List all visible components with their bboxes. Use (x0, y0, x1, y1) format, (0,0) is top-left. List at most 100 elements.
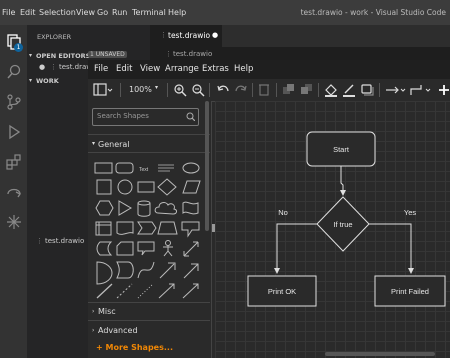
shape-textbox[interactable] (158, 164, 174, 172)
to-front-icon[interactable] (282, 82, 296, 98)
shadow-icon[interactable] (360, 82, 374, 98)
shape-rectangle[interactable] (94, 162, 113, 174)
shape-double-arrow[interactable] (183, 263, 199, 279)
shape-circle[interactable] (117, 179, 133, 195)
unsaved-dot-icon[interactable]: ● (39, 63, 45, 71)
remote-icon[interactable] (6, 184, 22, 200)
menu-file[interactable]: File (2, 0, 15, 25)
drawio-menu-view[interactable]: View (140, 60, 160, 79)
tab-label[interactable]: test.drawio (168, 31, 210, 40)
shape-hexagon[interactable] (95, 200, 114, 216)
shape-square[interactable] (96, 179, 112, 195)
extensions-icon[interactable] (6, 154, 22, 170)
shape-callout-rounded[interactable] (137, 241, 155, 256)
menu-selection[interactable]: Selection (39, 0, 76, 25)
shape-connector[interactable] (182, 283, 199, 299)
work-folder-label[interactable]: WORK (36, 77, 59, 85)
breadcrumb[interactable]: test.drawio (173, 50, 212, 58)
menu-terminal[interactable]: Terminal (132, 0, 166, 25)
search-icon[interactable] (6, 64, 22, 80)
run-debug-icon[interactable] (6, 124, 22, 140)
shape-ellipse[interactable] (182, 162, 200, 174)
shape-tape[interactable] (182, 201, 199, 215)
drawio-menu-extras[interactable]: Extras (202, 60, 229, 79)
decision-label: If true (333, 220, 352, 229)
sidebar-scrollbar[interactable] (205, 101, 209, 231)
canvas-horizontal-scrollbar[interactable] (325, 352, 435, 356)
shape-step[interactable] (137, 221, 157, 235)
drawio-menu-help[interactable]: Help (234, 60, 253, 79)
to-back-icon[interactable] (300, 82, 314, 98)
drawio-extension-icon[interactable] (6, 214, 22, 230)
redo-icon[interactable] (234, 82, 248, 98)
advanced-chevron-icon[interactable]: › (92, 327, 94, 334)
shape-dashed-line[interactable] (116, 283, 133, 299)
sidebar-divider (88, 320, 210, 321)
shape-callout[interactable] (181, 221, 200, 238)
work-chevron-icon[interactable]: ▾ (29, 77, 32, 84)
shape-or[interactable] (96, 261, 113, 285)
zoom-out-icon[interactable] (191, 82, 205, 98)
fill-color-icon[interactable] (324, 82, 338, 98)
shape-arrow-up-right[interactable] (159, 262, 176, 279)
zoom-level[interactable]: 100% (129, 85, 152, 94)
search-shapes-input[interactable]: Search Shapes (92, 108, 199, 126)
shape-cloud[interactable] (154, 202, 177, 215)
search-shapes-icon[interactable] (186, 112, 195, 121)
shape-curve[interactable] (137, 261, 155, 279)
waypoints-icon[interactable] (410, 82, 432, 98)
drawio-menu-file[interactable]: File (94, 60, 108, 79)
file-icon: ⋮ (50, 63, 57, 71)
section-misc[interactable]: Misc (98, 307, 116, 316)
menu-view[interactable]: View (76, 0, 95, 25)
line-color-icon[interactable] (342, 82, 356, 98)
shape-arrow-line[interactable] (158, 283, 175, 299)
sidebar-divider (88, 134, 210, 135)
shape-cylinder[interactable] (137, 200, 151, 217)
toolbar-separator (276, 83, 277, 97)
open-editors-label[interactable]: OPEN EDITORS (36, 52, 90, 60)
more-shapes-link[interactable]: + More Shapes... (96, 343, 173, 352)
edge-no[interactable] (274, 223, 317, 274)
source-control-icon[interactable] (6, 94, 22, 110)
zoom-in-icon[interactable] (173, 82, 187, 98)
section-general[interactable]: General (98, 140, 130, 149)
section-advanced[interactable]: Advanced (98, 326, 138, 335)
shape-data-storage[interactable] (96, 241, 113, 256)
delete-icon[interactable] (258, 82, 270, 98)
shape-process[interactable] (137, 181, 155, 193)
shape-document[interactable] (116, 221, 134, 235)
zoom-dropdown-chevron-icon[interactable]: ▾ (155, 84, 158, 91)
toolbar-separator (209, 83, 210, 97)
drawio-menu-arrange[interactable]: Arrange (165, 60, 199, 79)
open-editors-chevron-icon[interactable]: ▾ (29, 52, 32, 59)
menu-help[interactable]: Help (168, 0, 186, 25)
misc-chevron-icon[interactable]: › (92, 308, 94, 315)
tab-unsaved-dot-icon[interactable]: ● (212, 31, 218, 39)
menu-edit[interactable]: Edit (20, 0, 36, 25)
undo-icon[interactable] (216, 82, 230, 98)
shape-rounded-rectangle[interactable] (115, 162, 134, 174)
connection-style-icon[interactable] (385, 82, 407, 98)
shape-dotted-line[interactable] (137, 283, 154, 299)
work-file[interactable]: test.drawio (45, 237, 84, 245)
drawio-menu-edit[interactable]: Edit (116, 60, 132, 79)
shape-triangle[interactable] (118, 200, 132, 216)
shape-card[interactable] (116, 241, 134, 256)
shape-parallelogram[interactable] (182, 180, 201, 194)
shape-line[interactable] (96, 283, 113, 299)
edge-start-to-decision[interactable] (340, 166, 346, 196)
menu-go[interactable]: Go (97, 0, 108, 25)
shape-trapezoid[interactable] (157, 221, 178, 235)
shape-delay[interactable] (116, 261, 134, 279)
insert-icon[interactable] (438, 82, 450, 98)
shape-text[interactable]: Text (139, 167, 149, 173)
general-chevron-icon[interactable]: ▾ (92, 140, 95, 147)
shape-actor[interactable] (163, 240, 173, 257)
shape-internal-storage[interactable] (95, 221, 112, 236)
format-panel-icon[interactable] (93, 82, 113, 98)
shape-diamond[interactable] (157, 178, 177, 196)
shape-bidirectional-arrow[interactable] (183, 241, 199, 257)
edge-yes[interactable] (369, 223, 414, 274)
menu-run[interactable]: Run (112, 0, 127, 25)
